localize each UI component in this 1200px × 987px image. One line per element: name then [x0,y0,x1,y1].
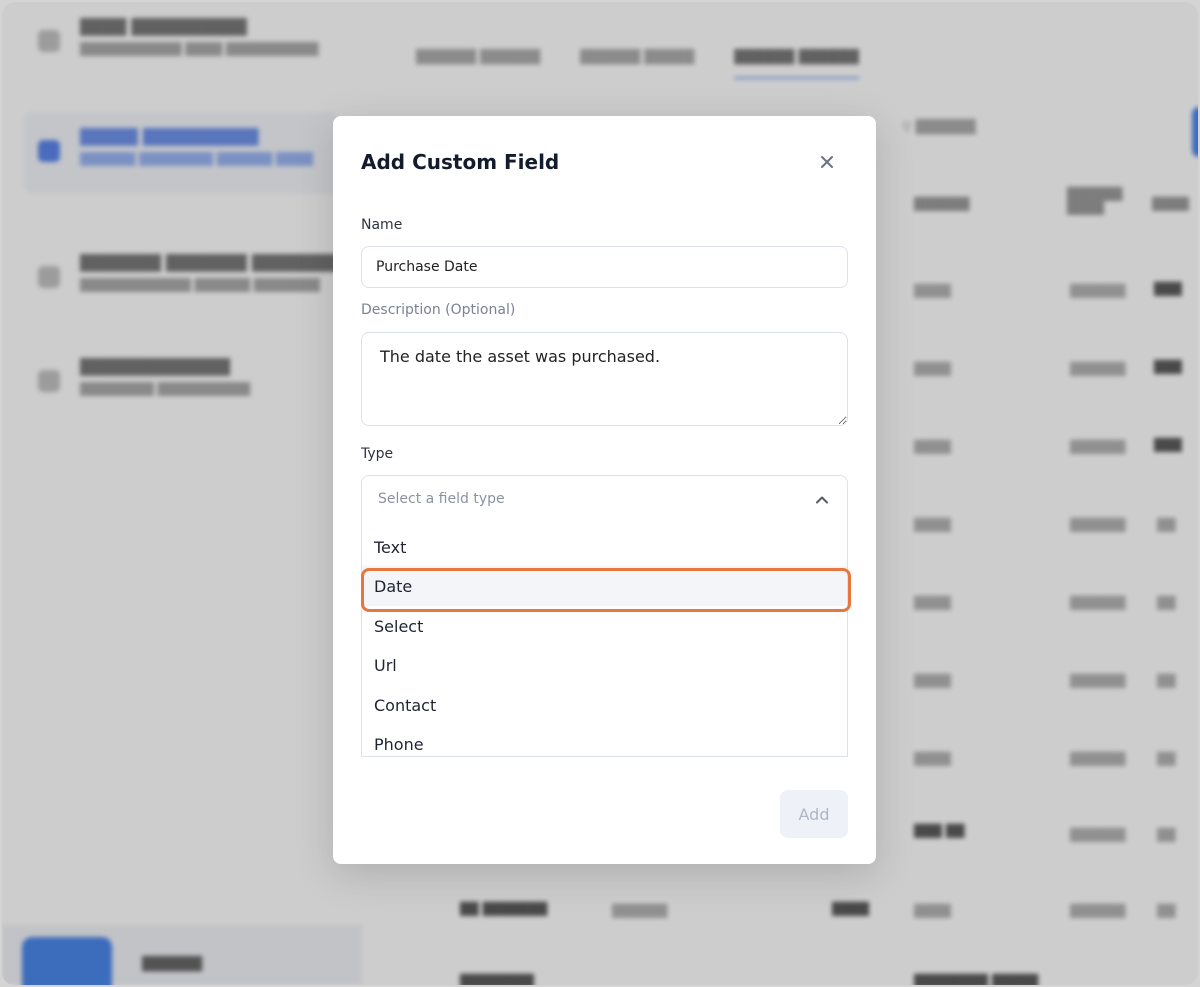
type-select[interactable]: Select a field type [361,475,848,523]
option-phone[interactable]: Phone [362,724,847,756]
option-select[interactable]: Select [362,606,847,646]
close-button[interactable] [815,150,839,174]
type-select-placeholder: Select a field type [378,491,505,507]
app-window: ████ ██████████ ███████████ ████ ███████… [2,2,1198,985]
add-button[interactable]: Add [780,790,848,838]
type-label: Type [361,446,394,462]
option-text[interactable]: Text [362,527,847,567]
close-icon [821,156,833,168]
name-label: Name [361,217,403,233]
description-label: Description (Optional) [361,302,516,318]
add-custom-field-dialog: Add Custom Field Name Description (Optio… [333,116,876,864]
description-field[interactable]: The date the asset was purchased. [361,332,848,426]
option-date[interactable]: Date [362,566,847,606]
option-contact[interactable]: Contact [362,685,847,725]
name-field[interactable] [361,246,848,288]
type-options-list[interactable]: Text Date Select Url Contact Phone [361,522,848,757]
option-url[interactable]: Url [362,645,847,685]
dialog-title: Add Custom Field [361,150,560,174]
chevron-up-icon [816,496,828,504]
